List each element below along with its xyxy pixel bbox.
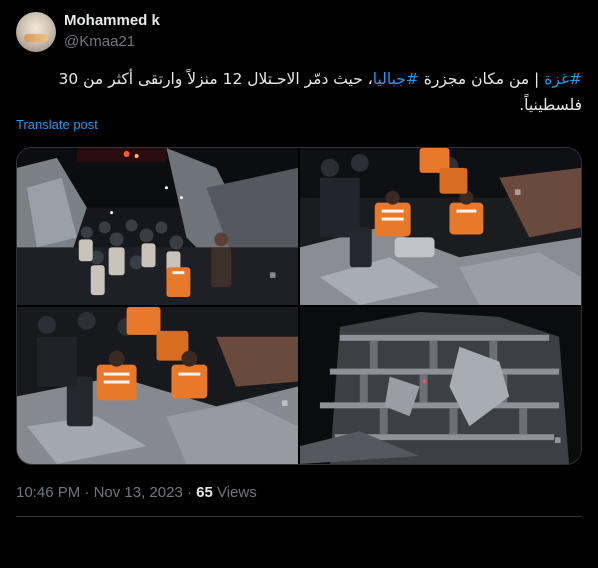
meta-separator: ·	[80, 484, 94, 501]
views-count: 65	[196, 484, 213, 501]
media-photo-rescuers-debris[interactable]: ▦	[17, 307, 298, 464]
divider	[16, 516, 582, 517]
watermark: ▦	[554, 436, 561, 444]
avatar-sunset-shape	[24, 34, 48, 42]
post-time[interactable]: 10:46 PM	[16, 484, 80, 501]
translate-post-link[interactable]: Translate post	[16, 117, 98, 132]
post-date[interactable]: Nov 13, 2023	[94, 484, 183, 501]
post-meta: 10:46 PM · Nov 13, 2023 · 65 Views	[16, 484, 257, 501]
media-photo-rescuers-digging[interactable]: ▦	[300, 148, 581, 305]
avatar[interactable]	[16, 12, 56, 52]
post-text: #غزة | من مكان مجزرة #جباليا، حيث دمّر ا…	[16, 66, 582, 118]
hashtag-gaza[interactable]: #غزة	[544, 70, 582, 88]
post-text-segment: | من مكان مجزرة	[418, 70, 545, 88]
watermark: ▦	[514, 188, 521, 196]
photo-crowd-image	[17, 148, 298, 305]
views-label: Views	[212, 484, 257, 501]
watermark: ▦	[281, 399, 288, 407]
tweet: Mohammed k @Kmaa21 #غزة | من مكان مجزرة …	[0, 0, 598, 568]
media-photo-crowd[interactable]: ▦	[17, 148, 298, 305]
media-grid: ▦ ▦ ▦ ▦	[16, 147, 582, 465]
photo-rescuers-digging-image	[300, 148, 581, 305]
photo-rescuers-debris-image	[17, 307, 298, 464]
photo-destroyed-building-image	[300, 307, 581, 464]
meta-separator: ·	[182, 484, 197, 501]
watermark: ▦	[269, 271, 276, 279]
hashtag-jabalia[interactable]: #جباليا	[373, 70, 419, 88]
author-handle[interactable]: @Kmaa21	[64, 33, 135, 50]
media-photo-destroyed-building[interactable]: ▦	[300, 307, 581, 464]
author-name[interactable]: Mohammed k	[64, 12, 160, 29]
